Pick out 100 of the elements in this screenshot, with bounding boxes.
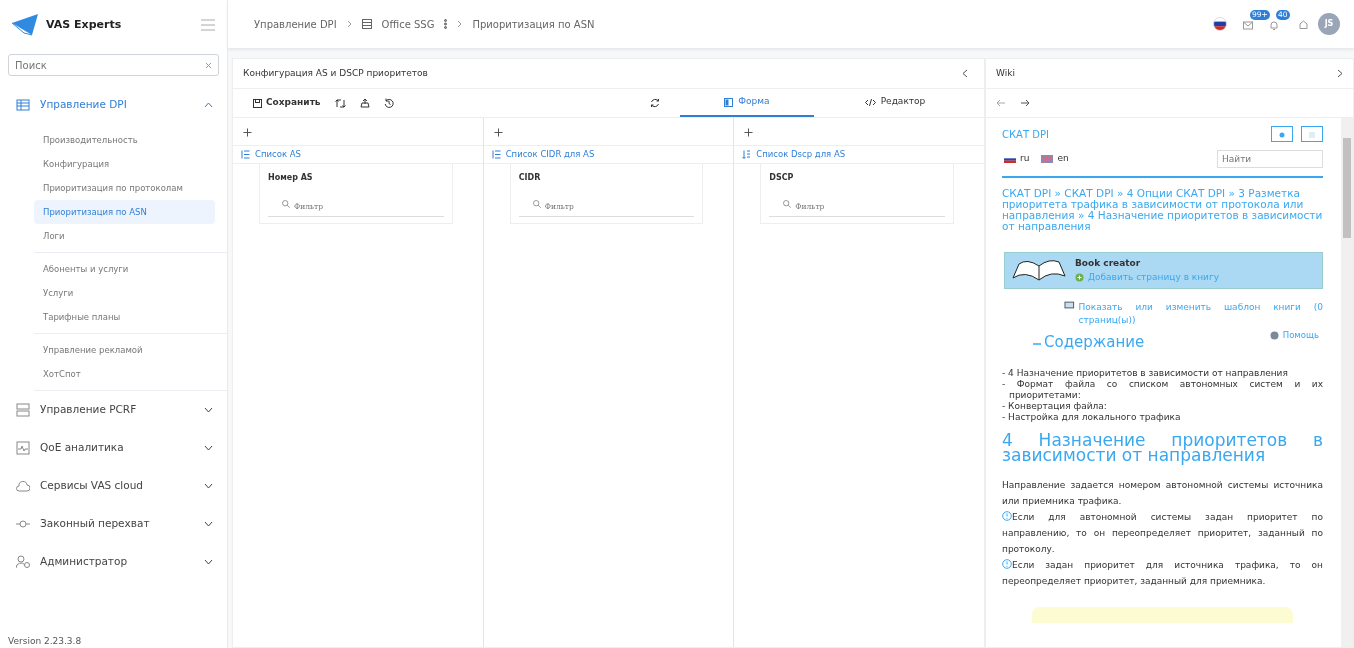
swap-icon[interactable] [334, 98, 346, 108]
user-icon [16, 555, 30, 569]
panel-title: Конфигурация AS и DSCP приоритетов [243, 66, 428, 80]
breadcrumb-link[interactable]: Управление DPI [254, 16, 337, 32]
list-title: Список CIDR для AS [505, 148, 595, 161]
bell-icon[interactable] [1269, 19, 1279, 30]
code-icon [864, 97, 876, 107]
book-icon [1064, 301, 1075, 310]
plus-icon [493, 127, 503, 137]
sidebar-section[interactable]: Управление DPI [0, 86, 227, 124]
sidebar-item[interactable]: Приоритизация по протоколам [34, 176, 215, 200]
wiki-search-field[interactable]: Найти [1217, 150, 1323, 168]
list-icon [241, 150, 250, 159]
column-header: DSCP [769, 172, 795, 184]
sidebar-item[interactable]: Тарифные планы [34, 305, 215, 329]
expand-icon[interactable] [1337, 69, 1343, 78]
logo-text: VAS Experts [46, 16, 122, 33]
toc-item[interactable]: - Конвертация файла: [1002, 400, 1323, 412]
plus-icon [243, 127, 252, 137]
sidebar-section[interactable]: Управление PCRF [0, 391, 227, 429]
save-icon [253, 98, 262, 108]
version-text: Version 2.23.3.8 [7, 634, 83, 648]
search-icon [783, 200, 792, 208]
tab[interactable]: Редактор [828, 89, 962, 117]
plug-icon [16, 517, 30, 531]
sidebar-section[interactable]: Сервисы VAS cloud [0, 467, 227, 505]
save-button[interactable]: Сохранить [253, 96, 321, 110]
info-icon [1002, 558, 1012, 569]
help-icon [1269, 330, 1279, 340]
cloud-icon [16, 479, 30, 493]
contents-title: Содержание [1044, 332, 1145, 353]
sidebar-section[interactable]: Законный перехват [0, 505, 227, 543]
add-icon [1075, 272, 1084, 282]
menu-icon[interactable] [201, 19, 215, 31]
toc-item[interactable]: - Формат файла со списком автономных систем и их приоритетами: [1002, 378, 1323, 401]
chart-icon [16, 441, 30, 455]
chevron-right-icon [457, 20, 463, 28]
sidebar-section[interactable]: Администратор [0, 543, 227, 581]
chevron-down-icon [204, 521, 213, 527]
breadcrumb-current[interactable]: Приоритизация по ASN [472, 16, 595, 32]
collapse-icon[interactable] [962, 69, 968, 78]
search-icon [532, 200, 541, 208]
plus-icon [744, 127, 754, 137]
toc-item[interactable]: - Настройка для локального трафика [1002, 411, 1323, 423]
flag-icon[interactable] [1213, 17, 1227, 31]
sort-icon [742, 150, 752, 159]
tab[interactable]: Форма [680, 89, 814, 117]
table-icon [16, 98, 30, 112]
search-field[interactable]: Поиск [8, 54, 219, 76]
sidebar-item[interactable]: Производительность [34, 128, 215, 152]
column-header: CIDR [518, 172, 542, 184]
scrollbar[interactable] [1341, 118, 1353, 647]
list-title: Список Dscp для AS [756, 148, 846, 161]
book-creator-title: Book creator [1075, 257, 1142, 270]
menu-icon [1309, 132, 1315, 138]
chevron-down-icon [204, 483, 213, 489]
sidebar-item[interactable]: Конфигурация [34, 152, 215, 176]
sidebar-item[interactable]: Абоненты и услуги [34, 257, 215, 281]
chevron-down-icon [204, 407, 213, 413]
form-icon [724, 97, 734, 107]
breadcrumb-link[interactable]: Office SSG [381, 16, 435, 32]
toc-item[interactable]: - 4 Назначение приоритетов в зависимости от направления [1002, 367, 1323, 379]
history-icon[interactable] [383, 98, 394, 108]
language-link[interactable]: en [1057, 152, 1069, 166]
upload-icon[interactable] [359, 98, 370, 108]
info-icon [1002, 510, 1012, 521]
flag-icon [1041, 155, 1054, 163]
clear-icon[interactable] [205, 62, 212, 69]
show-template-link[interactable]: Показать или изменить шаблон книги (0 страниц(ы)) [1078, 301, 1323, 327]
forward-icon[interactable] [1020, 99, 1030, 107]
more-icon[interactable] [444, 19, 448, 29]
list-title: Список AS [255, 148, 301, 161]
chevron-right-icon [346, 20, 352, 28]
sidebar-section[interactable]: QoE аналитика [0, 429, 227, 467]
home-icon[interactable] [1299, 19, 1308, 29]
server-icon [16, 403, 30, 417]
refresh-icon[interactable] [650, 98, 660, 108]
settings-button[interactable] [1271, 126, 1293, 142]
sidebar-item[interactable]: Приоритизация по ASN [34, 200, 215, 224]
search-icon [282, 200, 290, 208]
sidebar-item[interactable]: Управление рекламой [34, 338, 215, 362]
panel-title: Wiki [996, 66, 1015, 80]
flag-icon [1004, 155, 1016, 163]
mail-icon[interactable] [1243, 19, 1253, 30]
site-title-link[interactable]: СКАТ DPI [1002, 126, 1049, 142]
back-icon[interactable] [996, 99, 1006, 107]
sidebar-item[interactable]: Логи [34, 224, 215, 248]
settings-icon [1279, 132, 1285, 138]
help-link[interactable]: Помощь [1282, 329, 1319, 342]
section-heading: 4 Назначение приоритетов в зависимости от направления [1002, 432, 1323, 463]
breadcrumb-trail[interactable]: СКАТ DPI » СКАТ DPI » 4 Опции СКАТ DPI » 3 Разметка приоритета трафика в зависимости от протокола или направления » 4 Назначение приоритетов в зависимости от направления [1002, 188, 1323, 232]
note-text: Если задан приоритет для источника трафика, то он переопределяет приоритет, заданный для приемника. [1002, 557, 1323, 588]
sidebar-item[interactable]: Услуги [34, 281, 215, 305]
list-icon [491, 150, 501, 159]
language-link[interactable]: ru [1020, 152, 1030, 166]
menu-button[interactable] [1301, 126, 1323, 142]
sidebar-item[interactable]: ХотСпот [34, 362, 215, 386]
table-icon [361, 19, 372, 29]
note-text: Если для автономной системы задан приоритет по направлению, то он переопределяет приоритет, заданный по протоколу. [1002, 509, 1323, 556]
paragraph-text: Направление задается номером автономной системы источника или приемника трафика. [1002, 478, 1323, 508]
